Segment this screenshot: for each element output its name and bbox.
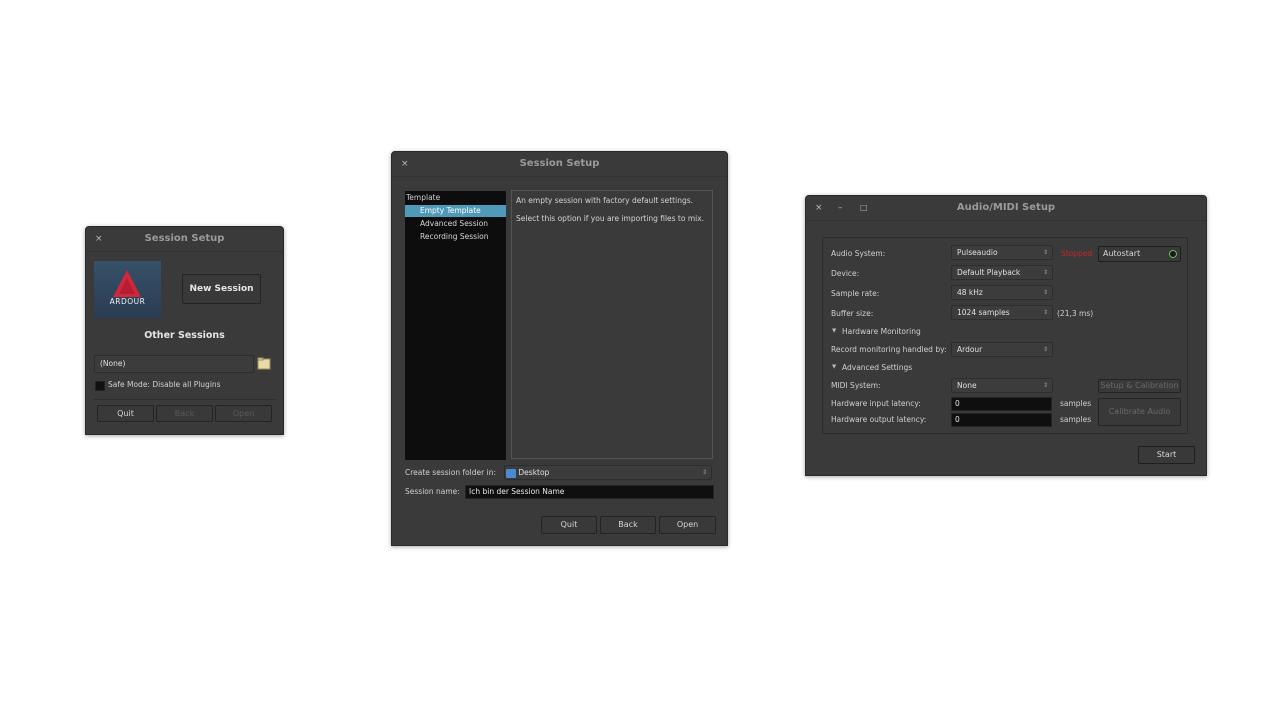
audio-midi-setup-window: × – □ Audio/MIDI Setup Audio System: Pul…	[805, 195, 1207, 476]
samples-unit: samples	[1060, 415, 1092, 424]
quit-button[interactable]: Quit	[97, 405, 154, 422]
quit-label: Quit	[117, 409, 134, 418]
session-name-input[interactable]: Ich bin der Session Name	[465, 485, 714, 499]
template-item-advanced[interactable]: Advanced Session	[405, 218, 506, 230]
titlebar: × Session Setup	[86, 227, 283, 252]
combo-arrow-icon: ⇕	[1042, 382, 1048, 389]
template-item-recording[interactable]: Recording Session	[405, 231, 506, 243]
open-button[interactable]: Open	[659, 516, 716, 534]
template-description: An empty session with factory default se…	[511, 190, 713, 459]
hw-input-latency-value: 0	[955, 399, 960, 408]
description-line-2: Select this option if you are importing …	[516, 214, 705, 223]
session-setup-template-window: × Session Setup Template Empty Template …	[391, 151, 728, 546]
expander-icon[interactable]: ▼	[832, 364, 836, 370]
template-item-label: Empty Template	[420, 206, 481, 215]
buffer-size-combo[interactable]: 1024 samples ⇕	[951, 305, 1053, 320]
template-item-label: Recording Session	[420, 232, 489, 241]
back-button[interactable]: Back	[600, 516, 656, 534]
hw-output-latency-label: Hardware output latency:	[831, 415, 927, 424]
setup-calibration-button[interactable]: Setup & Calibration	[1098, 379, 1181, 393]
open-label: Open	[676, 520, 699, 529]
combo-arrow-icon: ⇕	[1042, 346, 1048, 353]
recent-sessions-combo[interactable]: (None)	[94, 355, 254, 373]
quit-label: Quit	[560, 520, 578, 529]
buffer-latency: (21,3 ms)	[1057, 309, 1094, 318]
template-list: Template Empty Template Advanced Session…	[405, 191, 506, 460]
safe-mode-checkbox[interactable]	[95, 381, 105, 391]
session-setup-small-window: × Session Setup ARDOUR New Session Other…	[85, 226, 284, 435]
window-title: Session Setup	[144, 233, 225, 244]
record-monitoring-label: Record monitoring handled by:	[831, 345, 947, 354]
autostart-led-icon	[1169, 250, 1177, 258]
back-label: Back	[618, 520, 638, 529]
logo-text: ARDOUR	[109, 297, 146, 306]
window-title: Audio/MIDI Setup	[956, 202, 1056, 213]
titlebar: × Session Setup	[392, 152, 727, 177]
audio-system-value: Pulseaudio	[957, 248, 998, 257]
sample-rate-combo[interactable]: 48 kHz ⇕	[951, 285, 1053, 300]
calibrate-audio-button[interactable]: Calibrate Audio	[1098, 398, 1181, 426]
midi-system-label: MIDI System:	[831, 381, 881, 390]
ardour-logo: ARDOUR	[94, 261, 161, 318]
session-name-value: Ich bin der Session Name	[469, 487, 565, 496]
desktop-icon	[506, 468, 516, 478]
sample-rate-label: Sample rate:	[831, 289, 880, 298]
setup-calibration-label: Setup & Calibration	[1100, 381, 1179, 390]
sample-rate-value: 48 kHz	[957, 288, 983, 297]
combo-arrow-icon: ⇕	[701, 469, 707, 476]
engine-status: Stopped	[1061, 249, 1093, 258]
combo-arrow-icon: ⇕	[1042, 289, 1048, 296]
folder-icon[interactable]	[257, 356, 271, 370]
template-item-label: Advanced Session	[420, 219, 489, 228]
session-name-label: Session name:	[405, 487, 460, 496]
button-separator	[94, 399, 275, 400]
device-label: Device:	[831, 269, 860, 278]
back-label: Back	[174, 409, 195, 418]
combo-arrow-icon: ⇕	[1042, 309, 1048, 316]
description-line-1: An empty session with factory default se…	[516, 196, 694, 205]
recent-sessions-value: (None)	[100, 359, 126, 368]
autostart-label: Autostart	[1103, 249, 1141, 258]
open-button[interactable]: Open	[215, 405, 272, 422]
buffer-size-value: 1024 samples	[957, 308, 1010, 317]
calibrate-audio-label: Calibrate Audio	[1108, 407, 1171, 416]
safe-mode-label: Safe Mode: Disable all Plugins	[108, 380, 221, 389]
titlebar: × – □ Audio/MIDI Setup	[806, 196, 1206, 221]
other-sessions-heading: Other Sessions	[144, 330, 225, 341]
audio-system-combo[interactable]: Pulseaudio ⇕	[951, 245, 1053, 260]
start-label: Start	[1156, 450, 1177, 459]
hw-output-latency-input[interactable]: 0	[951, 413, 1052, 427]
combo-arrow-icon: ⇕	[1042, 269, 1048, 276]
audio-system-label: Audio System:	[831, 249, 886, 258]
window-title: Session Setup	[519, 158, 600, 169]
new-session-button[interactable]: New Session	[182, 274, 261, 304]
start-button[interactable]: Start	[1138, 446, 1195, 464]
expander-icon[interactable]: ▼	[832, 328, 836, 334]
hw-output-latency-value: 0	[955, 415, 960, 424]
midi-system-value: None	[957, 381, 977, 390]
ardour-logo-mark	[113, 270, 141, 297]
folder-value: Desktop	[518, 468, 550, 477]
samples-unit: samples	[1060, 399, 1092, 408]
midi-system-combo[interactable]: None ⇕	[951, 378, 1053, 393]
advanced-settings-expander[interactable]: Advanced Settings	[842, 363, 912, 372]
new-session-label: New Session	[189, 284, 254, 294]
hw-input-latency-input[interactable]: 0	[951, 397, 1052, 411]
template-item-empty[interactable]: Empty Template	[405, 205, 506, 217]
combo-arrow-icon: ⇕	[1042, 249, 1048, 256]
buffer-size-label: Buffer size:	[831, 309, 874, 318]
record-monitoring-combo[interactable]: Ardour ⇕	[951, 342, 1053, 357]
device-combo[interactable]: Default Playback ⇕	[951, 265, 1053, 280]
device-value: Default Playback	[957, 268, 1021, 277]
session-folder-combo[interactable]: Desktop ⇕	[504, 465, 712, 480]
quit-button[interactable]: Quit	[541, 516, 597, 534]
record-monitoring-value: Ardour	[957, 345, 983, 354]
folder-label: Create session folder in:	[405, 468, 496, 477]
open-label: Open	[232, 409, 255, 418]
template-list-header: Template	[406, 193, 441, 202]
hardware-monitoring-expander[interactable]: Hardware Monitoring	[842, 327, 921, 336]
autostart-toggle[interactable]: Autostart	[1098, 246, 1181, 262]
hw-input-latency-label: Hardware input latency:	[831, 399, 921, 408]
back-button[interactable]: Back	[156, 405, 213, 422]
